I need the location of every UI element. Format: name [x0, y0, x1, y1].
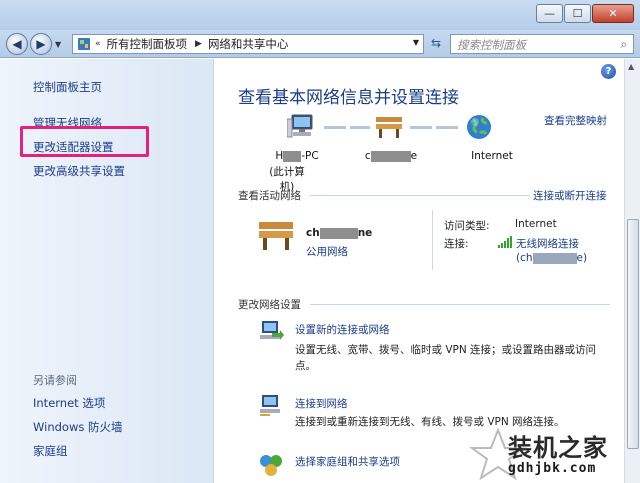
task-new-connection-desc: 设置无线、宽带、拨号、临时或 VPN 连接；或设置路由器或访问点。 — [295, 344, 597, 372]
sidebar: 控制面板主页 管理无线网络 更改适配器设置 更改高级共享设置 另请参阅 Inte… — [0, 59, 214, 483]
redacted-block — [319, 227, 358, 239]
change-settings-heading: 更改网络设置 — [238, 299, 301, 311]
globe-icon — [467, 115, 491, 139]
router-name: ce — [364, 150, 418, 162]
wireless-connection-sublink[interactable]: (ch e) — [516, 252, 587, 264]
task-homegroup-link[interactable]: 选择家庭组和共享选项 — [295, 454, 400, 469]
refresh-icon: ⇆ — [430, 36, 442, 50]
page-title: 查看基本网络信息并设置连接 — [238, 88, 459, 108]
connect-network-icon — [260, 395, 280, 416]
close-button[interactable]: ✕ — [592, 4, 634, 23]
see-also-title: 另请参阅 — [33, 374, 77, 387]
bench-network-icon — [376, 117, 402, 138]
forward-arrow-icon: ▶ — [36, 37, 46, 51]
breadcrumb-separator-icon: ▶ — [195, 39, 202, 49]
see-also-firewall[interactable]: Windows 防火墙 — [33, 419, 123, 435]
wireless-connection-link[interactable]: 无线网络连接 — [516, 236, 579, 251]
computer-icon — [287, 114, 313, 138]
connection-label: 连接: — [444, 238, 469, 250]
breadcrumb-network-center[interactable]: 网络和共享中心 — [208, 36, 289, 52]
pc-name: H -PC — [275, 150, 319, 162]
highlight-box — [20, 126, 149, 157]
breadcrumb-all-items[interactable]: 所有控制面板项 — [107, 36, 188, 52]
window-controls: — ☐ ✕ — [535, 4, 634, 23]
back-arrow-icon: ◀ — [12, 37, 22, 51]
watermark-url: gdhjbk.com — [508, 461, 597, 476]
help-icon[interactable]: ? — [601, 64, 616, 79]
nav-buttons: ◀ ▶ ▼ — [6, 33, 61, 55]
network-type-link[interactable]: 公用网络 — [306, 244, 348, 259]
access-type-label: 访问类型: — [444, 220, 490, 232]
minimize-button[interactable]: — — [536, 4, 563, 23]
back-button[interactable]: ◀ — [6, 33, 28, 55]
section-divider — [310, 304, 610, 305]
address-row: ◀ ▶ ▼ « 所有控制面板项 ▶ 网络和共享中心 ▼ ⇆ 搜索控制面板 ⌕ — [0, 30, 640, 58]
active-network-name: ch ne — [306, 227, 373, 239]
network-bench-icon — [259, 222, 293, 250]
vertical-scrollbar[interactable]: ▲ — [624, 59, 640, 483]
search-icon: ⌕ — [620, 37, 627, 51]
full-map-link[interactable]: 查看完整映射 — [544, 113, 607, 128]
address-prefix: « — [95, 39, 101, 49]
control-panel-icon — [78, 38, 90, 50]
redacted-block — [532, 252, 577, 264]
task-connect-network-link[interactable]: 连接到网络 — [295, 396, 348, 411]
address-bar[interactable]: « 所有控制面板项 ▶ 网络和共享中心 ▼ — [72, 34, 424, 54]
forward-button[interactable]: ▶ — [30, 33, 52, 55]
see-also-homegroup[interactable]: 家庭组 — [33, 443, 68, 459]
search-input[interactable]: 搜索控制面板 ⌕ — [450, 34, 634, 54]
see-also-internet-options[interactable]: Internet 选项 — [33, 395, 105, 411]
sidebar-home-link[interactable]: 控制面板主页 — [33, 79, 102, 95]
address-dropdown-icon[interactable]: ▼ — [413, 38, 419, 47]
new-connection-icon — [260, 321, 284, 340]
access-type-value: Internet — [515, 218, 557, 230]
internet-label: Internet — [471, 150, 513, 162]
task-new-connection-link[interactable]: 设置新的连接或网络 — [295, 322, 390, 337]
redacted-block — [370, 150, 411, 162]
connection-line-2 — [410, 126, 460, 129]
scrollbar-thumb[interactable] — [627, 219, 639, 449]
sidebar-item-advanced-sharing[interactable]: 更改高级共享设置 — [33, 163, 125, 179]
active-network-heading: 查看活动网络 — [238, 190, 301, 202]
connect-disconnect-link[interactable]: 连接或断开连接 — [533, 188, 607, 203]
vertical-divider — [432, 210, 433, 270]
title-bar: — ☐ ✕ — [0, 0, 640, 30]
redacted-block — [283, 150, 302, 162]
connection-line-1 — [324, 126, 370, 129]
maximize-button[interactable]: ☐ — [564, 4, 591, 23]
wifi-signal-icon — [498, 236, 512, 248]
watermark-text: 装机之家 — [508, 434, 608, 462]
homegroup-icon — [260, 455, 282, 476]
refresh-button[interactable]: ⇆ — [427, 36, 445, 52]
recent-pages-dropdown-icon[interactable]: ▼ — [55, 40, 61, 49]
scroll-up-icon[interactable]: ▲ — [628, 62, 634, 71]
section-divider — [310, 195, 530, 196]
search-placeholder: 搜索控制面板 — [457, 38, 526, 52]
